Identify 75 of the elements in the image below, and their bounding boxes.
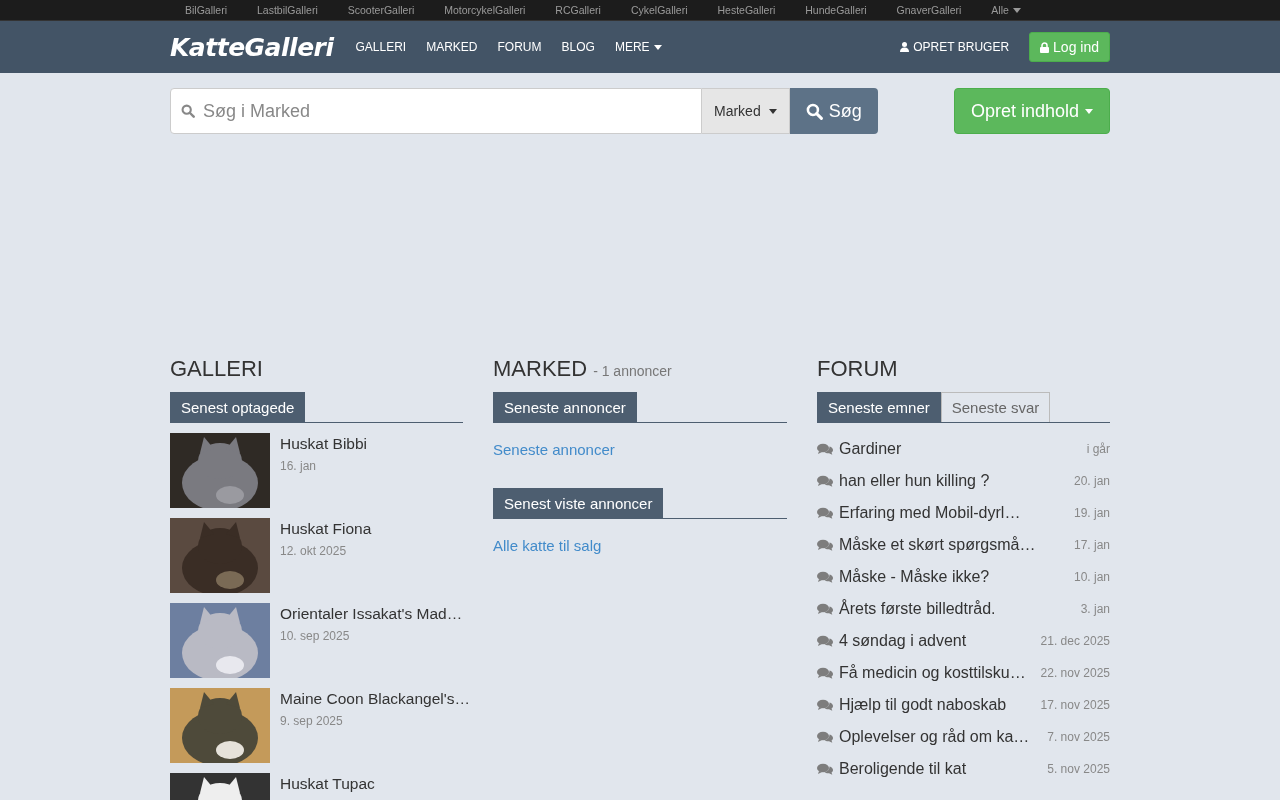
topic-date: i går xyxy=(1086,442,1110,456)
topic-date: 3. jan xyxy=(1080,602,1110,616)
topic-link[interactable]: Erfaring med Mobil-dyrl… xyxy=(839,504,1068,522)
site-link[interactable]: CykelGalleri xyxy=(615,4,703,16)
site-logo[interactable]: KatteGalleri xyxy=(170,32,334,62)
topic-link[interactable]: Beroligende til kat xyxy=(839,760,1042,778)
site-link[interactable]: RCGalleri xyxy=(540,4,616,16)
chat-icon xyxy=(817,539,833,551)
site-link[interactable]: LastbilGalleri xyxy=(242,4,333,16)
caret-icon xyxy=(768,108,777,114)
topic-date: 21. dec 2025 xyxy=(1040,634,1110,648)
topic-date: 5. nov 2025 xyxy=(1047,762,1110,776)
chat-icon xyxy=(817,699,833,711)
topic-link[interactable]: Oplevelser og råd om ka… xyxy=(839,728,1042,746)
caret-icon xyxy=(653,44,662,50)
topic-date: 10. jan xyxy=(1073,570,1110,584)
nav-link[interactable]: GALLERI xyxy=(345,40,417,54)
forum-tab[interactable]: Seneste emner xyxy=(817,392,941,422)
site-link[interactable]: ScooterGalleri xyxy=(332,4,430,16)
gallery-date: 10. sep 2025 xyxy=(280,629,350,643)
topic-link[interactable]: Få medicin og kosttilsku… xyxy=(839,664,1035,682)
site-link[interactable]: BilGalleri xyxy=(170,4,242,16)
topic-link[interactable]: han eller hun killing ? xyxy=(839,472,1068,490)
topic-link[interactable]: Hjælp til godt naboskab xyxy=(839,696,1035,714)
nav-link[interactable]: FORUM xyxy=(487,40,552,54)
chat-icon xyxy=(817,507,833,519)
user-icon xyxy=(900,42,910,52)
topic-date: 17. nov 2025 xyxy=(1040,698,1110,712)
search-icon xyxy=(181,104,195,118)
gallery-date: 9. sep 2025 xyxy=(280,714,343,728)
gallery-title-link[interactable]: Orientaler Issakat's Mad… xyxy=(280,605,463,623)
site-link[interactable]: HesteGalleri xyxy=(702,4,791,16)
section-heading: MARKED xyxy=(493,356,588,382)
forum-tab[interactable]: Seneste svar xyxy=(940,392,1051,422)
gallery-title-link[interactable]: Huskat Tupac xyxy=(280,775,375,793)
nav-link[interactable]: BLOG xyxy=(551,40,605,54)
site-link[interactable]: GnaverGalleri xyxy=(881,4,977,16)
topic-link[interactable]: Måske et skørt spørgsmå… xyxy=(839,536,1068,554)
chat-icon xyxy=(817,731,833,743)
section-heading: GALLERI xyxy=(170,356,264,382)
gallery-date: 16. jan xyxy=(280,459,317,473)
topic-date: 20. jan xyxy=(1073,474,1110,488)
search-icon xyxy=(805,102,823,120)
site-link[interactable]: HundeGalleri xyxy=(790,4,882,16)
site-link[interactable]: MotorcykelGalleri xyxy=(429,4,541,16)
search-button[interactable]: Søg xyxy=(789,88,878,134)
caret-icon xyxy=(1012,7,1021,13)
nav-link[interactable]: MARKED xyxy=(416,40,488,54)
chat-icon xyxy=(817,635,833,647)
topic-date: 7. nov 2025 xyxy=(1047,730,1110,744)
topic-link[interactable]: Årets første billedtråd. xyxy=(839,600,1075,618)
gallery-title-link[interactable]: Huskat Fiona xyxy=(280,520,372,538)
topic-link[interactable]: Gardiner xyxy=(839,440,1081,458)
gallery-title-link[interactable]: Huskat Bibbi xyxy=(280,435,367,453)
chat-icon xyxy=(817,443,833,455)
lock-icon xyxy=(1040,41,1050,53)
chat-icon xyxy=(817,475,833,487)
listing-count: - 1 annoncer xyxy=(593,363,672,379)
more-sites-link[interactable]: Alle xyxy=(976,4,1036,16)
topic-link[interactable]: 4 søndag i advent xyxy=(839,632,1035,650)
gallery-date: 12. okt 2025 xyxy=(280,544,347,558)
nav-link[interactable]: MERE xyxy=(604,40,672,54)
topic-date: 17. jan xyxy=(1073,538,1110,552)
caret-icon xyxy=(1085,108,1093,114)
topic-date: 19. jan xyxy=(1073,506,1110,520)
chat-icon xyxy=(817,763,833,775)
chat-icon xyxy=(817,571,833,583)
gallery-title-link[interactable]: Maine Coon Blackangel's… xyxy=(280,690,470,708)
section-heading: FORUM xyxy=(817,356,899,382)
register-link[interactable]: OPRET BRUGER xyxy=(900,40,1010,54)
scope-dropdown[interactable]: Marked xyxy=(702,88,790,134)
topic-link[interactable]: Måske - Måske ikke? xyxy=(839,568,1068,586)
chat-icon xyxy=(817,667,833,679)
chat-icon xyxy=(817,603,833,615)
topic-date: 22. nov 2025 xyxy=(1040,666,1110,680)
